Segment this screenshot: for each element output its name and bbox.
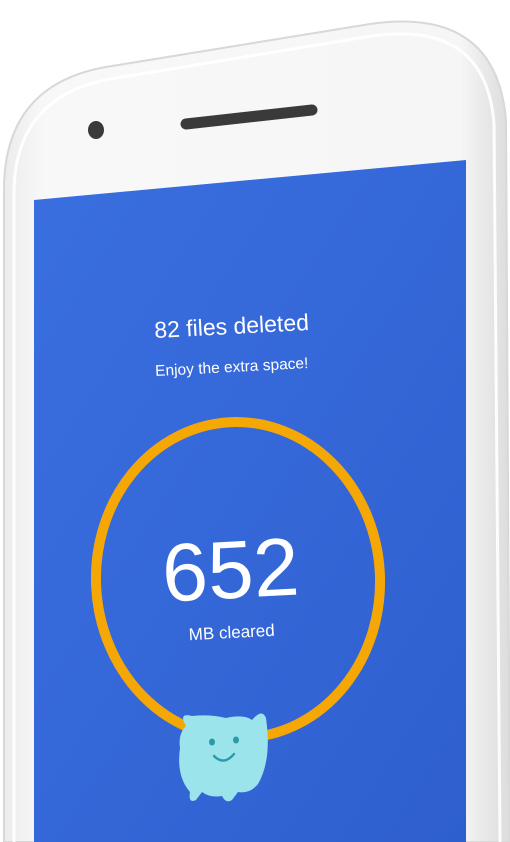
camera-dot-icon [88,121,104,139]
cleared-amount: 652 [160,522,301,620]
device-mockup: 82 files deleted Enjoy the extra space! … [0,0,510,842]
phone-illustration: 82 files deleted Enjoy the extra space! … [3,20,510,842]
